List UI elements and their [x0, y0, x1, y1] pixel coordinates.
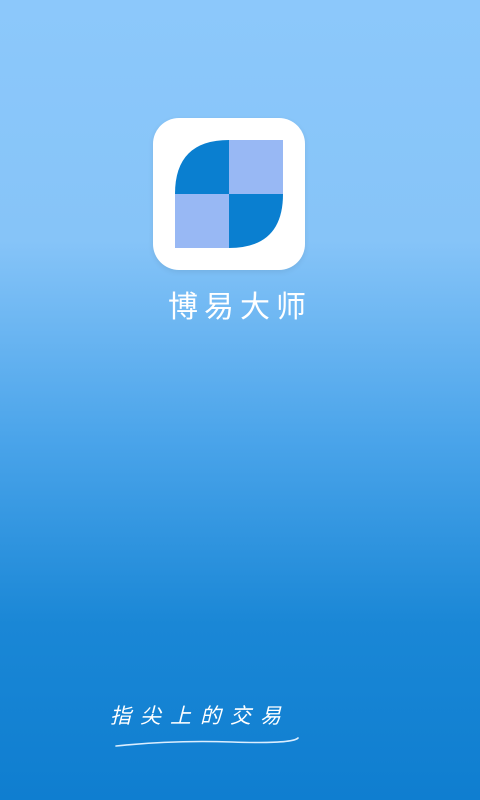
- app-logo-icon: [175, 140, 283, 248]
- app-name: 博易大师: [168, 290, 312, 325]
- logo-quadrant-top-right: [229, 140, 283, 194]
- logo-quadrant-bottom-left: [175, 194, 229, 248]
- splash-screen: 博易大师 指尖上的交易: [0, 0, 480, 800]
- logo-quadrant-top-left: [175, 140, 229, 194]
- logo-quadrant-bottom-right: [229, 194, 283, 248]
- app-logo: [153, 118, 305, 270]
- slogan: 指尖上的交易: [110, 704, 290, 728]
- slogan-underline: [115, 737, 299, 747]
